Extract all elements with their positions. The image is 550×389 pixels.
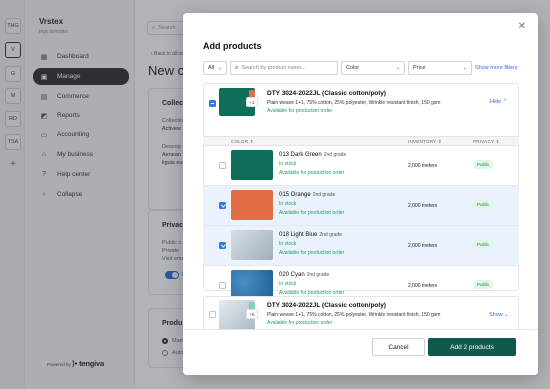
price-filter-label: Price bbox=[413, 65, 426, 71]
show-more-filters-link[interactable]: Show more filters bbox=[475, 65, 518, 71]
show-variants-toggle[interactable]: Show ⌄ bbox=[489, 312, 509, 318]
product-name: DTY 3024-2022JL (Classic cotton/poly) bbox=[267, 90, 386, 97]
variant-checkbox[interactable] bbox=[219, 202, 226, 209]
variant-name-text: 020 Cyan bbox=[279, 272, 305, 278]
column-header-privacy[interactable]: PRIVACY ⇕ bbox=[473, 139, 500, 145]
product-select-checkbox[interactable] bbox=[209, 100, 216, 107]
chevron-down-icon: ⌄ bbox=[462, 65, 467, 71]
product-availability: Available for production order bbox=[267, 108, 333, 114]
variant-name: 018 Light Blue 2nd grade bbox=[279, 232, 342, 238]
product-list[interactable]: +1 DTY 3024-2022JL (Classic cotton/poly)… bbox=[183, 81, 538, 329]
variant-grade: 2nd grade bbox=[306, 272, 330, 278]
privacy-badge: Public bbox=[473, 280, 494, 289]
chevron-up-icon: ⌃ bbox=[502, 99, 508, 105]
variant-count-badge: +1 bbox=[246, 97, 258, 107]
chevron-down-icon: ⌄ bbox=[504, 312, 509, 318]
show-variants-label: Show bbox=[489, 312, 503, 318]
variant-name: 013 Dark Green 2nd grade bbox=[279, 152, 346, 158]
product-search-input[interactable]: ⌕ Search by product name... bbox=[230, 61, 338, 75]
product-select-checkbox[interactable] bbox=[209, 311, 216, 318]
search-icon: ⌕ bbox=[235, 64, 239, 71]
close-icon[interactable]: ✕ bbox=[518, 21, 526, 32]
product-availability: Available for production order bbox=[267, 320, 333, 326]
variant-inventory: 2,000 meters bbox=[408, 163, 438, 169]
chevron-down-icon: ⌄ bbox=[395, 65, 400, 71]
privacy-badge: Public bbox=[473, 200, 494, 209]
variant-count-badge: +5 bbox=[246, 309, 258, 319]
all-filter-value: All bbox=[208, 65, 215, 71]
product-description: Plain weave 1+1, 75% cotton, 25% polyest… bbox=[267, 312, 441, 318]
variant-checkbox[interactable] bbox=[219, 242, 226, 249]
variant-name: 020 Cyan 2nd grade bbox=[279, 272, 329, 278]
variant-row[interactable]: 013 Dark Green 2nd grade In stock Availab… bbox=[203, 146, 519, 186]
product-description: Plain weave 1+1, 75% cotton, 25% polyest… bbox=[267, 100, 441, 106]
price-filter-select[interactable]: Price ⌄ bbox=[408, 61, 472, 75]
color-filter-select[interactable]: Color ⌄ bbox=[341, 61, 405, 75]
variant-name-text: 018 Light Blue bbox=[279, 232, 318, 238]
cancel-button[interactable]: Cancel bbox=[372, 338, 425, 356]
privacy-badge: Public bbox=[473, 160, 494, 169]
product-search-placeholder: Search by product name... bbox=[241, 65, 306, 71]
variant-stock-status: In stock bbox=[279, 201, 297, 207]
variants-table-header: COLOR ⇕ INVENTORY ⇕ PRIVACY ⇕ bbox=[203, 136, 519, 146]
variant-stock-status: In stock bbox=[279, 241, 297, 247]
variant-checkbox[interactable] bbox=[219, 162, 226, 169]
variant-grade: 2nd grade bbox=[323, 152, 347, 158]
color-filter-label: Color bbox=[346, 65, 360, 71]
variant-row[interactable]: 015 Orange 2nd grade In stock Available f… bbox=[203, 186, 519, 226]
variant-name-text: 015 Orange bbox=[279, 192, 311, 198]
variant-grade: 2nd grade bbox=[319, 232, 342, 238]
all-filter-select[interactable]: All ⌄ bbox=[203, 61, 227, 75]
variant-inventory: 2,000 meters bbox=[408, 243, 438, 249]
variant-availability: Available for production order bbox=[279, 170, 345, 176]
variant-checkbox[interactable] bbox=[219, 282, 226, 289]
variant-inventory: 2,000 meters bbox=[408, 283, 438, 289]
hide-variants-toggle[interactable]: Hide ⌃ bbox=[490, 99, 507, 105]
variant-stock-status: In stock bbox=[279, 161, 297, 167]
variant-row[interactable]: 018 Light Blue 2nd grade In stock Availab… bbox=[203, 226, 519, 266]
variant-name-text: 013 Dark Green bbox=[279, 152, 322, 158]
variant-name: 015 Orange 2nd grade bbox=[279, 192, 335, 198]
variant-grade: 2nd grade bbox=[312, 192, 336, 198]
variant-availability: Available for production order bbox=[279, 250, 345, 256]
add-products-button[interactable]: Add 2 products bbox=[428, 338, 516, 356]
variant-swatch bbox=[231, 150, 273, 180]
product-name: DTY 3024-2022JL (Classic cotton/poly) bbox=[267, 302, 386, 309]
variant-inventory: 2,000 meters bbox=[408, 203, 438, 209]
modal-title: Add products bbox=[203, 41, 262, 51]
privacy-badge: Public bbox=[473, 240, 494, 249]
column-header-inventory[interactable]: INVENTORY ⇕ bbox=[408, 139, 442, 145]
variant-stock-status: In stock bbox=[279, 281, 297, 287]
variant-availability: Available for production order bbox=[279, 210, 345, 216]
column-header-color[interactable]: COLOR ⇕ bbox=[231, 139, 254, 145]
chevron-down-icon: ⌄ bbox=[217, 65, 222, 71]
variant-swatch bbox=[231, 190, 273, 220]
add-products-modal: ✕ Add products All ⌄ ⌕ Search by product… bbox=[183, 13, 538, 375]
hide-variants-label: Hide bbox=[490, 99, 502, 105]
variant-swatch bbox=[231, 230, 273, 260]
modal-footer: Cancel Add 2 products bbox=[183, 329, 538, 375]
